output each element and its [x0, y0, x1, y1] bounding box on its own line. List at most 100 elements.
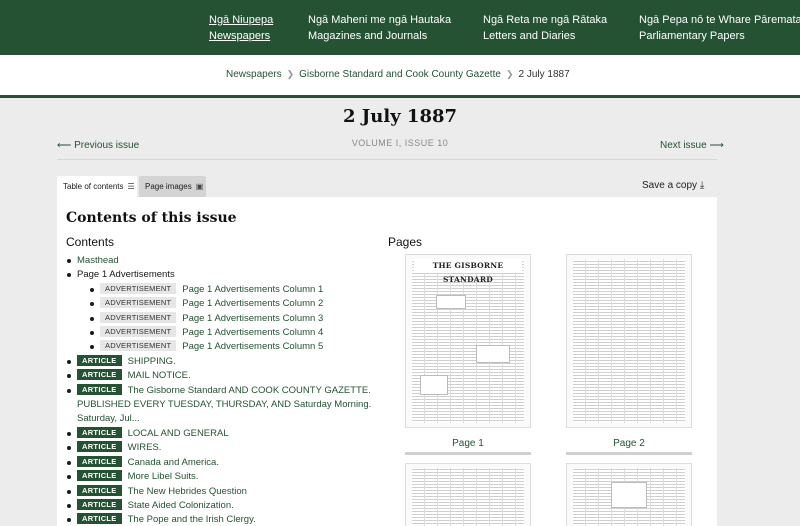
- nav-parliamentary-maori: Ngā Pepa nō te Whare Pāremata: [639, 14, 800, 26]
- arrow-left-icon: ⟵: [57, 140, 72, 151]
- advertisement-link[interactable]: Page 1 Advertisements Column 2: [182, 298, 323, 309]
- article-link[interactable]: The New Hebrides Question: [128, 486, 247, 497]
- list-item: ARTICLE More Libel Suits.: [66, 470, 376, 484]
- article-link[interactable]: More Libel Suits.: [128, 471, 199, 482]
- page-2-label[interactable]: Page 2: [566, 438, 692, 449]
- article-link[interactable]: SHIPPING.: [128, 356, 176, 367]
- divider: [57, 159, 717, 160]
- advertisement-link[interactable]: Page 1 Advertisements Column 1: [182, 284, 323, 295]
- advertisement-link[interactable]: Page 1 Advertisements Column 3: [182, 313, 323, 324]
- top-navigation: Ngā Niupepa Newspapers Ngā Maheni me ngā…: [0, 0, 800, 55]
- advertisement-link[interactable]: Page 1 Advertisements Column 5: [182, 341, 323, 352]
- page-3-thumbnail[interactable]: [405, 463, 531, 526]
- list-item: ADVERTISEMENT Page 1 Advertisements Colum…: [66, 311, 376, 326]
- advertisement-badge: ADVERTISEMENT: [100, 282, 177, 294]
- nav-parliamentary-english: Parliamentary Papers: [639, 30, 745, 42]
- list-item: ARTICLE Canada and America.: [66, 455, 376, 470]
- next-issue-label: Next issue: [660, 140, 707, 151]
- breadcrumb-current: 2 July 1887: [518, 69, 570, 80]
- ad-block: [436, 295, 466, 309]
- tab-toc-label: Table of contents: [63, 182, 124, 191]
- advertisement-badge: ADVERTISEMENT: [100, 340, 177, 352]
- article-badge: ARTICLE: [77, 369, 122, 381]
- contents-title: Contents of this issue: [66, 210, 237, 226]
- ad-block: [611, 482, 647, 508]
- article-link[interactable]: MAIL NOTICE.: [128, 370, 191, 381]
- masthead-link[interactable]: Masthead: [77, 255, 119, 266]
- nav-magazines-maori: Ngā Maheni me ngā Hautaka: [308, 14, 452, 26]
- nav-parliamentary[interactable]: Ngā Pepa nō te Whare Pāremata Parliament…: [639, 12, 800, 44]
- page-1-bar: [405, 452, 531, 455]
- breadcrumb-bar: Newspapers ❯ Gisborne Standard and Cook Co…: [0, 55, 800, 98]
- article-badge: ARTICLE: [77, 498, 122, 510]
- list-item: Page 1 Advertisements: [66, 268, 376, 282]
- nav-letters-maori: Ngā Reta me ngā Rātaka: [483, 14, 608, 26]
- ad-block: [420, 375, 448, 395]
- chevron-right-icon: ❯: [286, 69, 295, 79]
- advertisement-badge: ADVERTISEMENT: [100, 326, 177, 338]
- nav-newspapers-english: Newspapers: [209, 30, 271, 42]
- page-1-label[interactable]: Page 1: [405, 438, 531, 449]
- save-copy-label: Save a copy: [642, 180, 698, 191]
- list-item: ADVERTISEMENT Page 1 Advertisements Colum…: [66, 340, 376, 354]
- pages-heading: Pages: [388, 235, 423, 249]
- nav-magazines-english: Magazines and Journals: [308, 30, 428, 42]
- article-link[interactable]: Canada and America.: [128, 457, 219, 468]
- page-4-thumbnail[interactable]: [566, 463, 692, 526]
- article-link[interactable]: LOCAL AND GENERAL: [128, 428, 229, 439]
- list-icon: ☰: [127, 182, 135, 191]
- page-2-thumbnail[interactable]: [566, 254, 692, 428]
- download-icon: ⤓: [699, 180, 705, 191]
- save-copy-button[interactable]: Save a copy ⤓: [642, 180, 704, 191]
- list-item: ARTICLE The Gisborne Standard AND COOK CO…: [66, 383, 376, 427]
- ad-block: [476, 345, 510, 363]
- list-item: Masthead: [66, 254, 376, 268]
- article-badge: ARTICLE: [77, 455, 122, 467]
- newsprint-image: [412, 468, 524, 526]
- nav-magazines[interactable]: Ngā Maheni me ngā Hautaka Magazines and …: [308, 12, 451, 44]
- nav-letters-english: Letters and Diaries: [483, 30, 576, 42]
- image-icon: ▣: [195, 182, 204, 191]
- table-of-contents-list: Masthead Page 1 Advertisements ADVERTISE…: [66, 254, 376, 526]
- list-item: ARTICLE The Pope and the Irish Clergy.: [66, 513, 376, 526]
- breadcrumb-publication[interactable]: Gisborne Standard and Cook County Gazett…: [299, 69, 501, 80]
- page-title: 2 July 1887: [342, 106, 458, 127]
- article-badge: ARTICLE: [77, 426, 122, 438]
- page-1-thumbnail[interactable]: THE GISBORNE STANDARD: [405, 254, 531, 428]
- list-item: ADVERTISEMENT Page 1 Advertisements Colum…: [66, 326, 376, 340]
- article-badge: ARTICLE: [77, 470, 122, 482]
- previous-issue-label: Previous issue: [74, 140, 140, 151]
- article-link[interactable]: State Aided Colonization.: [128, 500, 234, 511]
- chevron-right-icon: ❯: [505, 69, 514, 79]
- breadcrumb: Newspapers ❯ Gisborne Standard and Cook Co…: [226, 69, 570, 80]
- previous-issue-link[interactable]: ⟵ Previous issue: [57, 140, 139, 151]
- article-badge: ARTICLE: [77, 354, 122, 366]
- nav-newspapers[interactable]: Ngā Niupepa Newspapers: [209, 12, 273, 44]
- page-2-bar: [566, 452, 692, 455]
- advertisement-badge: ADVERTISEMENT: [100, 297, 177, 309]
- contents-panel: Contents of this issue Contents Pages Ma…: [57, 197, 717, 526]
- advertisement-badge: ADVERTISEMENT: [100, 311, 177, 323]
- list-item: ARTICLE LOCAL AND GENERAL: [66, 426, 376, 441]
- tab-table-of-contents[interactable]: Table of contents ☰: [57, 176, 137, 197]
- article-badge: ARTICLE: [77, 383, 122, 395]
- list-item: ARTICLE State Aided Colonization.: [66, 498, 376, 513]
- article-badge: ARTICLE: [77, 484, 122, 496]
- nav-letters[interactable]: Ngā Reta me ngā Rātaka Letters and Diari…: [483, 12, 607, 44]
- advertisement-link[interactable]: Page 1 Advertisements Column 4: [182, 327, 323, 338]
- contents-heading: Contents: [66, 235, 115, 249]
- article-link[interactable]: The Pope and the Irish Clergy.: [128, 514, 256, 525]
- breadcrumb-newspapers[interactable]: Newspapers: [226, 69, 282, 80]
- list-item: ARTICLE The New Hebrides Question: [66, 484, 376, 499]
- nav-newspapers-maori: Ngā Niupepa: [209, 14, 274, 26]
- article-link[interactable]: WIRES.: [128, 442, 162, 453]
- list-item: ARTICLE SHIPPING.: [66, 354, 376, 369]
- next-issue-link[interactable]: Next issue ⟶: [660, 140, 724, 151]
- arrow-right-icon: ⟶: [709, 140, 724, 151]
- advertisements-group-label: Page 1 Advertisements: [77, 269, 175, 281]
- list-item: ADVERTISEMENT Page 1 Advertisements Colum…: [66, 297, 376, 311]
- tab-page-images[interactable]: Page images ▣: [139, 176, 206, 197]
- list-item: ARTICLE WIRES.: [66, 441, 376, 455]
- article-badge: ARTICLE: [77, 441, 122, 453]
- article-badge: ARTICLE: [77, 513, 122, 525]
